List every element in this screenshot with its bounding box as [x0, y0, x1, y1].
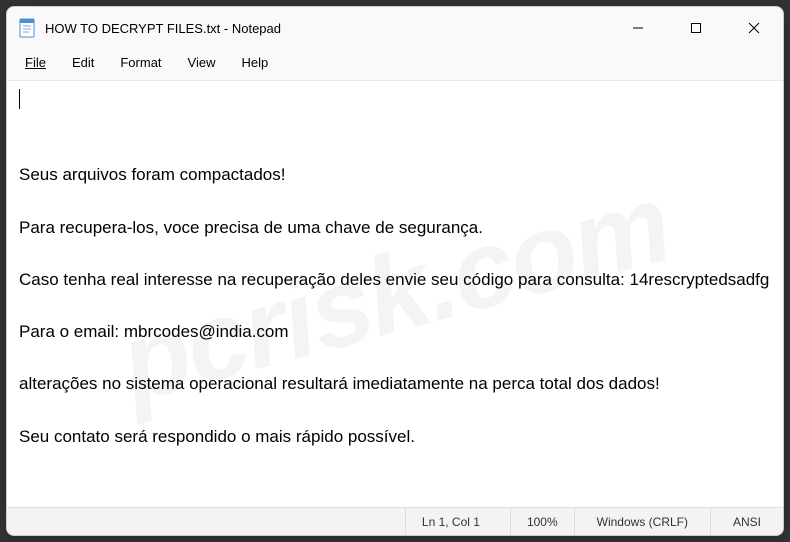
watermark: pcrisk.com [104, 146, 686, 442]
notepad-window: HOW TO DECRYPT FILES.txt - Notepad File … [6, 6, 784, 536]
menu-help[interactable]: Help [229, 51, 280, 74]
titlebar: HOW TO DECRYPT FILES.txt - Notepad [7, 7, 783, 49]
editor-content: Seus arquivos foram compactados! Para re… [19, 165, 769, 445]
status-zoom: 100% [510, 508, 574, 535]
status-line-ending: Windows (CRLF) [574, 508, 710, 535]
minimize-button[interactable] [609, 7, 667, 49]
status-encoding: ANSI [710, 508, 783, 535]
maximize-button[interactable] [667, 7, 725, 49]
menu-file[interactable]: File [13, 51, 58, 74]
close-button[interactable] [725, 7, 783, 49]
menu-view[interactable]: View [176, 51, 228, 74]
text-editor[interactable]: Seus arquivos foram compactados! Para re… [7, 81, 783, 507]
menu-format[interactable]: Format [108, 51, 173, 74]
status-position: Ln 1, Col 1 [405, 508, 510, 535]
statusbar: Ln 1, Col 1 100% Windows (CRLF) ANSI [7, 507, 783, 535]
notepad-icon [19, 18, 35, 38]
text-cursor [19, 89, 20, 109]
menubar: File Edit Format View Help [7, 49, 783, 81]
menu-edit[interactable]: Edit [60, 51, 106, 74]
window-title: HOW TO DECRYPT FILES.txt - Notepad [45, 21, 609, 36]
window-controls [609, 7, 783, 49]
